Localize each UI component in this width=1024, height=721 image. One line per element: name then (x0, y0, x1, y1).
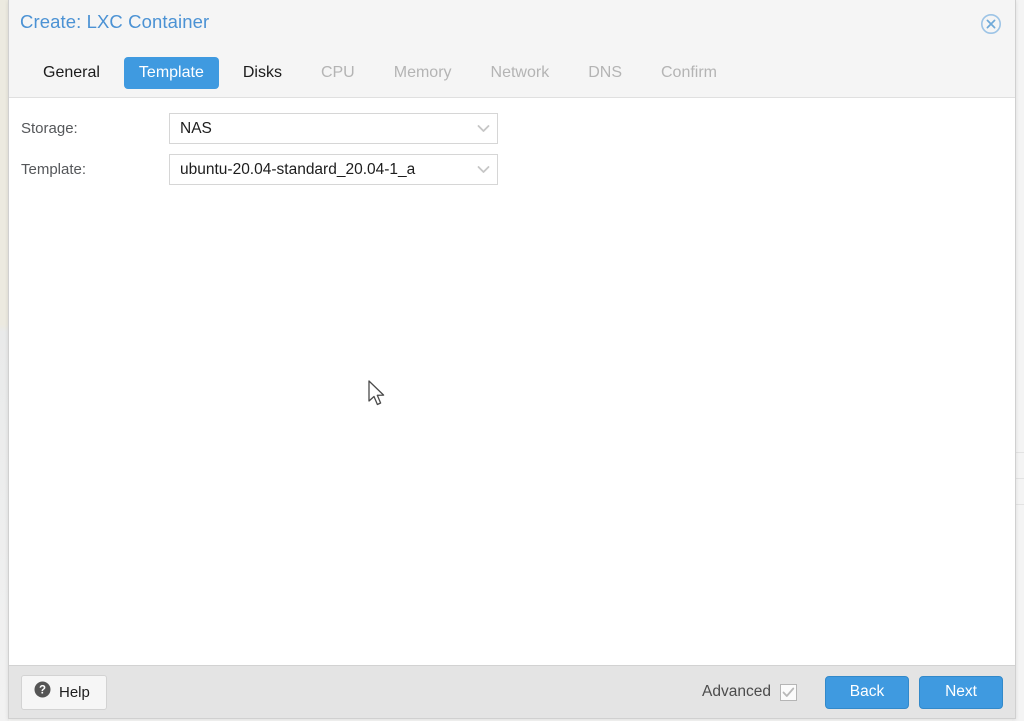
template-select[interactable]: ubuntu-20.04-standard_20.04-1_a (169, 154, 498, 185)
tab-memory: Memory (393, 63, 452, 81)
dialog-titlebar: Create: LXC Container (9, 0, 1015, 48)
template-row: Template: ubuntu-20.04-standard_20.04-1_… (9, 153, 1015, 186)
tab-template[interactable]: Template (123, 56, 219, 89)
svg-text:?: ? (39, 685, 46, 697)
tab-disks[interactable]: Disks (228, 57, 297, 89)
template-value: ubuntu-20.04-standard_20.04-1_a (180, 160, 416, 178)
question-circle-icon: ? (34, 681, 51, 703)
storage-row: Storage: NAS (9, 112, 1015, 145)
storage-select[interactable]: NAS (169, 113, 498, 144)
storage-label: Storage: (21, 120, 78, 137)
create-lxc-container-dialog: Create: LXC Container General Template D… (8, 0, 1016, 719)
next-button[interactable]: Next (919, 675, 1003, 709)
dialog-footer: ? Help Advanced Back Next (9, 665, 1015, 718)
close-icon[interactable] (980, 13, 1002, 35)
wizard-tabbar: General Template Disks CPU Memory Networ… (9, 48, 1015, 98)
tab-cpu: CPU (320, 63, 355, 81)
tab-network: Network (490, 63, 550, 81)
tab-general[interactable]: General (28, 57, 115, 89)
storage-value: NAS (180, 119, 212, 137)
help-button[interactable]: ? Help (21, 674, 107, 710)
chevron-down-icon[interactable] (469, 165, 497, 174)
template-label: Template: (21, 161, 87, 178)
arrow-pointer-icon (367, 380, 387, 413)
advanced-checkbox[interactable] (780, 683, 797, 701)
tab-dns: DNS (588, 63, 622, 81)
dialog-title: Create: LXC Container (20, 11, 210, 32)
advanced-label: Advanced (702, 683, 771, 700)
back-button[interactable]: Back (825, 675, 909, 709)
help-button-label: Help (59, 683, 90, 701)
tab-confirm: Confirm (660, 63, 717, 81)
dialog-body: Storage: NAS Template: ubuntu-20.04-stan… (9, 98, 1015, 665)
chevron-down-icon[interactable] (469, 124, 497, 133)
